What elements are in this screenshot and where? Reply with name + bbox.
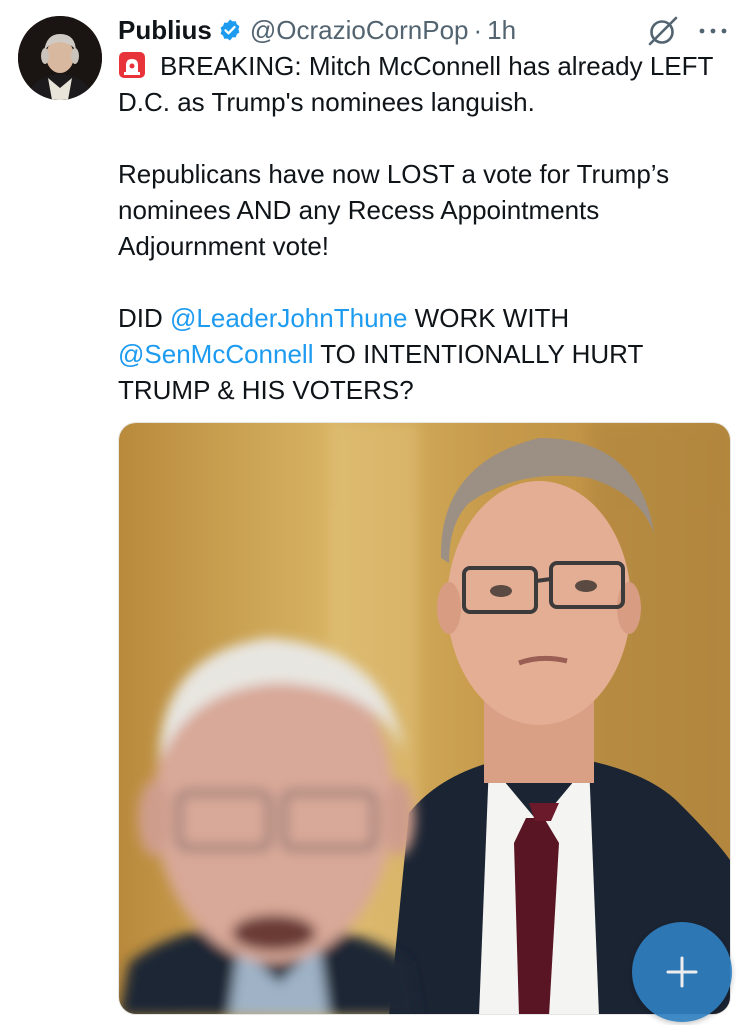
- tweet-text: BREAKING: Mitch McConnell has already LE…: [118, 48, 730, 408]
- siren-emoji-icon: [119, 52, 145, 78]
- photo-image: [119, 423, 730, 1014]
- compose-button[interactable]: [632, 922, 732, 1022]
- mention-senmcconnell[interactable]: @SenMcConnell: [118, 339, 313, 369]
- tweet-paragraph-1: BREAKING: Mitch McConnell has already LE…: [118, 48, 730, 120]
- author-avatar[interactable]: [18, 16, 102, 100]
- tweet-header: Publius @OcrazioCornPop · 1h: [118, 10, 516, 50]
- tweet-time[interactable]: 1h: [487, 15, 516, 46]
- tweet-paragraph-2: Republicans have now LOST a vote for Tru…: [118, 159, 670, 261]
- question-text-2: WORK WITH: [407, 303, 570, 333]
- portrait-icon: [18, 16, 102, 100]
- question-text-1: DID: [118, 303, 170, 333]
- verified-badge-icon: [220, 19, 240, 41]
- breaking-text: BREAKING: Mitch McConnell has already LE…: [118, 51, 713, 117]
- tweet[interactable]: Publius @OcrazioCornPop · 1h BREAKING: M…: [0, 0, 750, 1025]
- author-handle[interactable]: @OcrazioCornPop: [250, 15, 469, 46]
- more-dots-icon[interactable]: [698, 26, 728, 36]
- mention-leaderjohnthune[interactable]: @LeaderJohnThune: [170, 303, 407, 333]
- grok-icon[interactable]: [646, 14, 680, 48]
- plus-icon: [666, 956, 698, 988]
- tweet-photo[interactable]: [118, 422, 731, 1015]
- author-name[interactable]: Publius: [118, 15, 212, 46]
- separator-dot: ·: [473, 14, 483, 45]
- tweet-paragraph-3: DID @LeaderJohnThune WORK WITH @SenMcCon…: [118, 300, 730, 408]
